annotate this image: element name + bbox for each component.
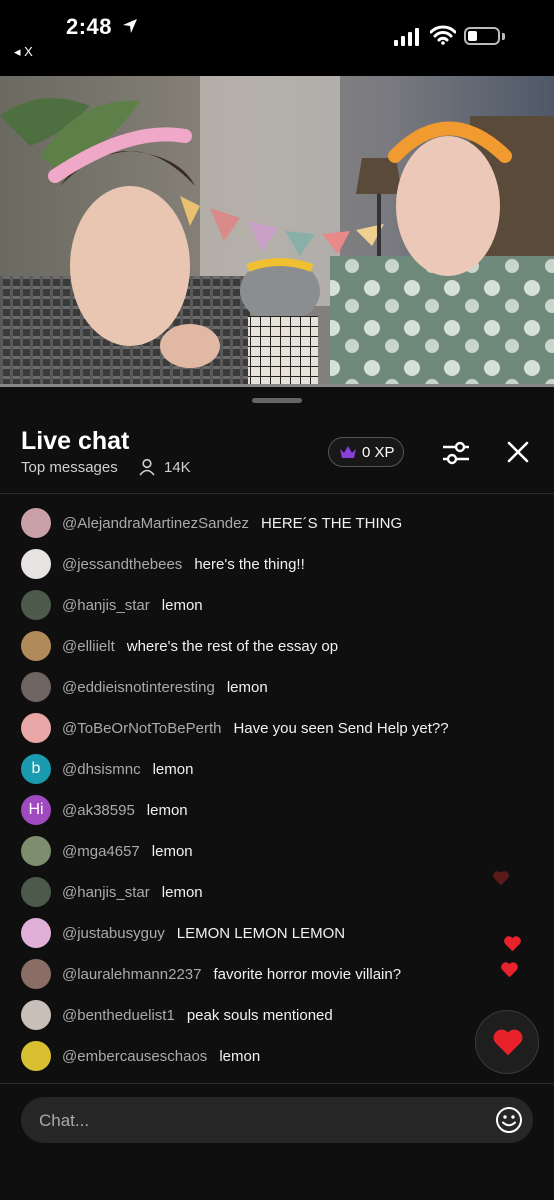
avatar[interactable]: Hi	[21, 795, 51, 825]
message-text: LEMON LEMON LEMON	[176, 925, 346, 942]
message-author[interactable]: @hanjis_star	[62, 884, 150, 901]
message-author[interactable]: @hanjis_star	[62, 597, 150, 614]
battery-icon	[464, 27, 500, 45]
chat-message: b @dhsismnc lemon	[0, 749, 554, 789]
avatar[interactable]	[21, 918, 51, 948]
avatar[interactable]	[21, 590, 51, 620]
panel-title: Live chat	[21, 427, 130, 455]
viewers-person-icon	[139, 458, 155, 476]
input-divider	[0, 1083, 554, 1084]
status-bar: 2:48 ◂ X	[0, 0, 554, 76]
message-text: lemon	[161, 884, 203, 901]
message-text: lemon	[161, 597, 203, 614]
message-text: here's the thing!!	[194, 556, 305, 573]
message-text: lemon	[151, 843, 193, 860]
close-icon[interactable]	[504, 438, 532, 466]
message-author[interactable]: @jessandthebees	[62, 556, 182, 573]
avatar[interactable]	[21, 631, 51, 661]
chat-input[interactable]	[37, 1097, 481, 1145]
message-author[interactable]: @elliielt	[62, 638, 115, 655]
header-divider	[0, 493, 554, 494]
floating-heart-icon	[501, 962, 518, 978]
message-author[interactable]: @dhsismnc	[62, 761, 141, 778]
chat-message: Hi @ak38595 lemon	[0, 790, 554, 830]
message-text: lemon	[226, 679, 268, 696]
message-text: lemon	[152, 761, 194, 778]
message-text: Have you seen Send Help yet??	[233, 720, 449, 737]
chat-message: @eddieisnotinteresting lemon	[0, 667, 554, 707]
viewer-count: 14K	[164, 459, 191, 476]
top-messages-dropdown[interactable]: Top messages	[21, 459, 118, 476]
heart-reaction-button[interactable]	[475, 1010, 539, 1074]
avatar[interactable]: b	[21, 754, 51, 784]
message-text: where's the rest of the essay op	[126, 638, 339, 655]
message-text: HERE´S THE THING	[261, 515, 403, 532]
avatar[interactable]	[21, 1041, 51, 1071]
message-author[interactable]: @justabusyguy	[62, 925, 165, 942]
message-author[interactable]: @bentheduelist1	[62, 1007, 175, 1024]
chat-message: @ToBeOrNotToBePerth Have you seen Send He…	[0, 708, 554, 748]
chat-message: @embercauseschaos lemon	[0, 1036, 554, 1076]
location-arrow-icon	[123, 19, 137, 33]
chat-input-container	[21, 1097, 533, 1145]
avatar[interactable]	[21, 1000, 51, 1030]
chat-message: @hanjis_star lemon	[0, 585, 554, 625]
chat-message: @AlejandraMartinezSandez HERE´S THE THING	[0, 503, 554, 543]
emoji-icon[interactable]	[495, 1106, 523, 1134]
message-author[interactable]: @lauralehmann2237	[62, 966, 202, 983]
floating-heart-icon	[493, 871, 509, 886]
chat-message: @lauralehmann2237 favorite horror movie v…	[0, 954, 554, 994]
video-frame	[0, 76, 554, 386]
avatar[interactable]	[21, 959, 51, 989]
clock: 2:48	[66, 14, 113, 39]
message-author[interactable]: @eddieisnotinteresting	[62, 679, 215, 696]
crown-icon	[340, 446, 356, 458]
avatar[interactable]	[21, 713, 51, 743]
wifi-icon	[430, 25, 456, 45]
xp-value: 0 XP	[362, 444, 395, 461]
chat-message: @hanjis_star lemon	[0, 872, 554, 912]
avatar[interactable]	[21, 672, 51, 702]
message-text: peak souls mentioned	[186, 1007, 333, 1024]
message-text: lemon	[219, 1048, 261, 1065]
message-text: lemon	[146, 802, 188, 819]
message-text: favorite horror movie villain?	[213, 966, 402, 983]
message-author[interactable]: @AlejandraMartinezSandez	[62, 515, 249, 532]
settings-sliders-icon[interactable]	[441, 438, 471, 468]
battery-tip	[502, 33, 505, 40]
cellular-signal-icon	[394, 28, 419, 46]
avatar[interactable]	[21, 508, 51, 538]
live-video-player[interactable]	[0, 76, 554, 386]
floating-heart-icon	[504, 936, 521, 952]
heart-icon	[493, 1029, 523, 1056]
chat-message: @mga4657 lemon	[0, 831, 554, 871]
chat-message: @justabusyguy LEMON LEMON LEMON	[0, 913, 554, 953]
xp-badge-button[interactable]: 0 XP	[328, 437, 404, 467]
message-author[interactable]: @ToBeOrNotToBePerth	[62, 720, 221, 737]
avatar[interactable]	[21, 877, 51, 907]
drag-handle[interactable]	[252, 398, 302, 403]
avatar[interactable]	[21, 549, 51, 579]
chat-message: @bentheduelist1 peak souls mentioned	[0, 995, 554, 1035]
chat-message: @jessandthebees here's the thing!!	[0, 544, 554, 584]
back-to-app-button[interactable]: ◂ X	[14, 44, 33, 60]
message-author[interactable]: @ak38595	[62, 802, 135, 819]
chat-message: @elliielt where's the rest of the essay o…	[0, 626, 554, 666]
message-author[interactable]: @embercauseschaos	[62, 1048, 207, 1065]
video-progress-bar	[0, 384, 554, 387]
message-author[interactable]: @mga4657	[62, 843, 140, 860]
avatar[interactable]	[21, 836, 51, 866]
